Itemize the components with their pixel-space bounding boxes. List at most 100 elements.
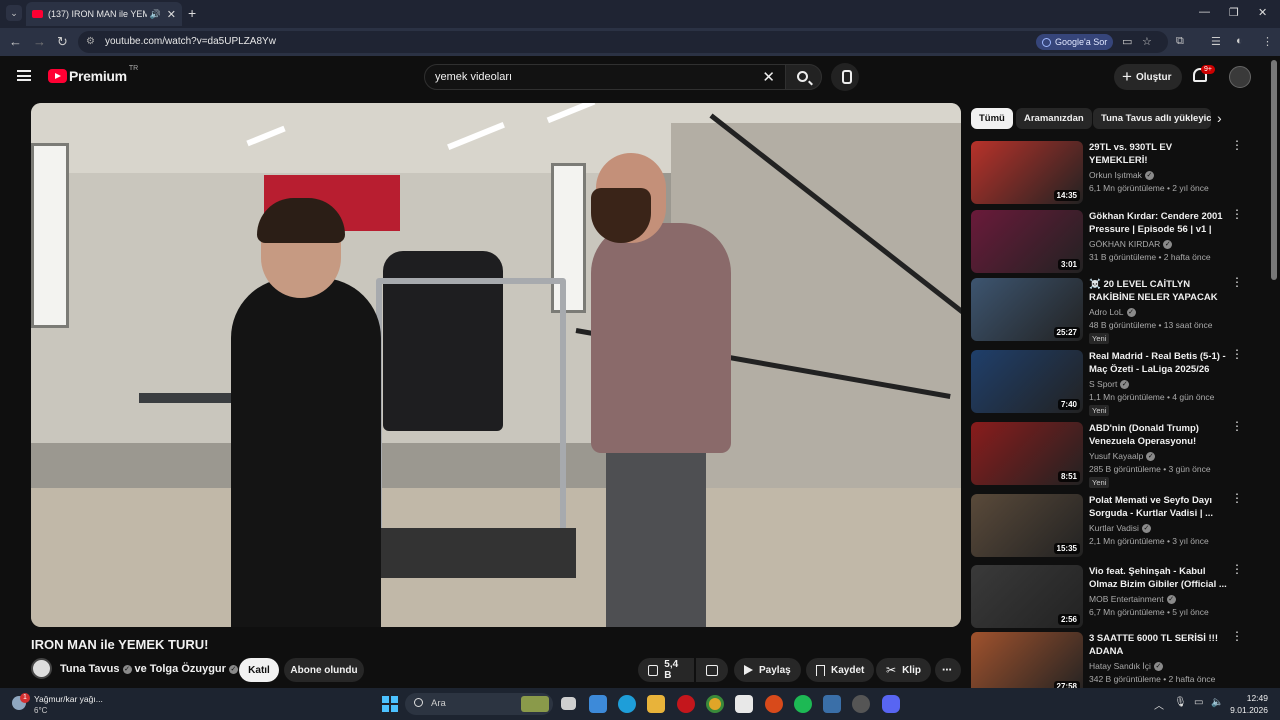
forward-button[interactable]: → bbox=[33, 34, 46, 49]
chrome-icon[interactable] bbox=[706, 695, 724, 713]
channel-names[interactable]: Tuna Tavus ✓ ve Tolga Özuygur ✓ bbox=[60, 663, 238, 675]
menu-hamburger-icon[interactable] bbox=[17, 70, 31, 81]
close-tab-icon[interactable]: ✕ bbox=[167, 8, 176, 21]
app-icon[interactable] bbox=[823, 695, 841, 713]
like-button[interactable]: 5,4 B bbox=[638, 658, 694, 682]
clip-button[interactable]: ✂ Klip bbox=[876, 658, 931, 682]
video-player[interactable] bbox=[31, 103, 961, 627]
edge-icon[interactable] bbox=[618, 695, 636, 713]
rec-title[interactable]: Vio feat. Şehinşah - Kabul Olmaz Bizim G… bbox=[1089, 565, 1227, 591]
reload-button[interactable]: ↻ bbox=[57, 34, 68, 50]
recommendation-card[interactable]: 8:51 ABD'nin (Donald Trump) Venezuela Ope… bbox=[971, 420, 1246, 490]
volume-icon[interactable]: 🔈 bbox=[1211, 697, 1223, 708]
recommendation-card[interactable]: 3:01 Gökhan Kırdar: Cendere 2001 Pressure… bbox=[971, 208, 1246, 278]
recommendation-card[interactable]: 25:27 ☠️ 20 LEVEL CAİTLYN RAKİBİNE NELER … bbox=[971, 276, 1246, 346]
google-ask-button[interactable]: Google'a Sor bbox=[1036, 34, 1114, 50]
new-tab-button[interactable]: + bbox=[188, 5, 196, 21]
tab-search-button[interactable]: ⌄ bbox=[6, 5, 22, 21]
discord-icon[interactable] bbox=[882, 695, 900, 713]
chip-uploader[interactable]: Tuna Tavus adlı yükleyic bbox=[1093, 108, 1211, 129]
more-options-icon[interactable]: ⋮ bbox=[1231, 630, 1243, 642]
spotify-icon[interactable] bbox=[794, 695, 812, 713]
more-options-icon[interactable]: ⋮ bbox=[1231, 348, 1243, 360]
video-thumbnail[interactable]: 14:35 bbox=[971, 141, 1083, 204]
recommendation-card[interactable]: 15:35 Polat Memati ve Seyfo Dayı Sorguda … bbox=[971, 492, 1246, 562]
opera-icon[interactable] bbox=[677, 695, 695, 713]
search-button[interactable] bbox=[785, 64, 822, 90]
system-clock[interactable]: 12:49 9.01.2026 bbox=[1224, 692, 1268, 716]
profile-icon[interactable]: ◐ bbox=[1236, 35, 1243, 47]
file-explorer-icon[interactable] bbox=[647, 695, 665, 713]
recommendation-card[interactable]: 7:40 Real Madrid - Real Betis (5-1) - Maç… bbox=[971, 348, 1246, 418]
rec-channel[interactable]: Hatay Sandık İçi ✓ bbox=[1089, 661, 1163, 671]
url-field[interactable]: ⚙ youtube.com/watch?v=da5UPLZA8Yw Google… bbox=[78, 31, 1168, 53]
rec-title[interactable]: ☠️ 20 LEVEL CAİTLYN RAKİBİNE NELER YAPAC… bbox=[1089, 278, 1227, 304]
account-avatar[interactable] bbox=[1229, 66, 1251, 88]
video-thumbnail[interactable]: 2:56 bbox=[971, 565, 1083, 628]
video-thumbnail[interactable]: 3:01 bbox=[971, 210, 1083, 273]
more-options-icon[interactable]: ⋮ bbox=[1231, 492, 1243, 504]
more-options-icon[interactable]: ⋮ bbox=[1231, 139, 1243, 151]
more-options-icon[interactable]: ⋮ bbox=[1231, 276, 1243, 288]
video-thumbnail[interactable]: 25:27 bbox=[971, 278, 1083, 341]
more-options-icon[interactable]: ⋮ bbox=[1231, 563, 1243, 575]
restore-button[interactable]: ❐ bbox=[1229, 6, 1239, 19]
tray-chevron-icon[interactable]: ︿ bbox=[1154, 697, 1164, 712]
rec-channel[interactable]: GÖKHAN KIRDAR ✓ bbox=[1089, 239, 1173, 249]
video-thumbnail[interactable]: 15:35 bbox=[971, 494, 1083, 557]
recommendation-card[interactable]: 14:35 29TL vs. 930TL EV YEMEKLERİ! (#Sonr… bbox=[971, 139, 1246, 209]
cast-icon[interactable]: ▭ bbox=[1122, 35, 1132, 48]
video-thumbnail[interactable]: 27:58 bbox=[971, 632, 1083, 688]
rec-title[interactable]: Polat Memati ve Seyfo Dayı Sorguda - Kur… bbox=[1089, 494, 1227, 520]
mic-tray-icon[interactable]: 🎙 bbox=[1174, 697, 1187, 708]
clear-search-icon[interactable]: ✕ bbox=[762, 68, 775, 86]
share-button[interactable]: Paylaş bbox=[734, 658, 801, 682]
site-info-icon[interactable]: ⚙ bbox=[86, 36, 95, 47]
video-thumbnail[interactable]: 8:51 bbox=[971, 422, 1083, 485]
more-actions-button[interactable]: ⋯ bbox=[935, 658, 961, 682]
video-thumbnail[interactable]: 7:40 bbox=[971, 350, 1083, 413]
more-options-icon[interactable]: ⋮ bbox=[1231, 420, 1243, 432]
rec-title[interactable]: Gökhan Kırdar: Cendere 2001 Pressure | E… bbox=[1089, 210, 1227, 236]
rec-title[interactable]: 3 SAATTE 6000 TL SERİSİ !!! ADANA bbox=[1089, 632, 1227, 658]
speaker-icon[interactable]: 🔊 bbox=[150, 9, 161, 20]
taskbar-search[interactable]: Ara bbox=[405, 693, 553, 715]
join-button[interactable]: Katıl bbox=[239, 658, 279, 682]
store-icon[interactable] bbox=[735, 695, 753, 713]
dislike-button[interactable] bbox=[696, 658, 728, 682]
rec-channel[interactable]: Yusuf Kayaalp ✓ bbox=[1089, 451, 1156, 461]
rec-channel[interactable]: Kurtlar Vadisi ✓ bbox=[1089, 523, 1151, 533]
active-tab[interactable]: (137) IRON MAN ile YEMEK TURU! 🔊 ✕ bbox=[26, 2, 182, 26]
channel-a[interactable]: Tuna Tavus bbox=[60, 663, 120, 675]
close-window-button[interactable]: ✕ bbox=[1258, 6, 1267, 19]
back-button[interactable]: ← bbox=[9, 34, 22, 49]
rec-channel[interactable]: MOB Entertainment ✓ bbox=[1089, 594, 1176, 604]
create-button[interactable]: + Oluştur bbox=[1114, 64, 1182, 90]
recommendation-card[interactable]: 2:56 Vio feat. Şehinşah - Kabul Olmaz Biz… bbox=[971, 563, 1246, 633]
network-icon[interactable]: ▭ bbox=[1194, 697, 1203, 708]
m365-icon[interactable] bbox=[589, 695, 607, 713]
chip-all[interactable]: Tümü bbox=[971, 108, 1013, 129]
save-button[interactable]: Kaydet bbox=[806, 658, 875, 682]
rec-title[interactable]: ABD'nin (Donald Trump) Venezuela Operasy… bbox=[1089, 422, 1227, 448]
browser-menu-icon[interactable]: ⋮ bbox=[1262, 35, 1273, 48]
rec-channel[interactable]: Adro LoL ✓ bbox=[1089, 307, 1136, 317]
more-options-icon[interactable]: ⋮ bbox=[1231, 208, 1243, 220]
windows-start-icon[interactable] bbox=[382, 696, 398, 712]
rec-title[interactable]: Real Madrid - Real Betis (5-1) - Maç Öze… bbox=[1089, 350, 1227, 376]
page-scrollbar[interactable] bbox=[1271, 60, 1277, 280]
chip-from-search[interactable]: Aramanızdan bbox=[1016, 108, 1092, 129]
brave-icon[interactable] bbox=[765, 695, 783, 713]
channel-b[interactable]: Tolga Özuygur bbox=[150, 663, 226, 675]
extensions-icon[interactable]: ⧉ bbox=[1176, 35, 1184, 48]
reading-list-icon[interactable]: ☰ bbox=[1211, 35, 1221, 48]
chevron-right-icon[interactable]: › bbox=[1217, 110, 1222, 126]
channel-avatar[interactable] bbox=[31, 658, 52, 679]
recommendation-card[interactable]: 27:58 3 SAATTE 6000 TL SERİSİ !!! ADANA Ha… bbox=[971, 630, 1246, 688]
search-input[interactable]: yemek videoları ✕ bbox=[424, 64, 786, 90]
rec-title[interactable]: 29TL vs. 930TL EV YEMEKLERİ! (#SonradanG… bbox=[1089, 141, 1227, 167]
minimize-button[interactable]: — bbox=[1199, 6, 1210, 18]
github-icon[interactable] bbox=[852, 695, 870, 713]
rec-channel[interactable]: S Sport ✓ bbox=[1089, 379, 1130, 389]
bookmark-star-icon[interactable]: ☆ bbox=[1142, 35, 1152, 48]
